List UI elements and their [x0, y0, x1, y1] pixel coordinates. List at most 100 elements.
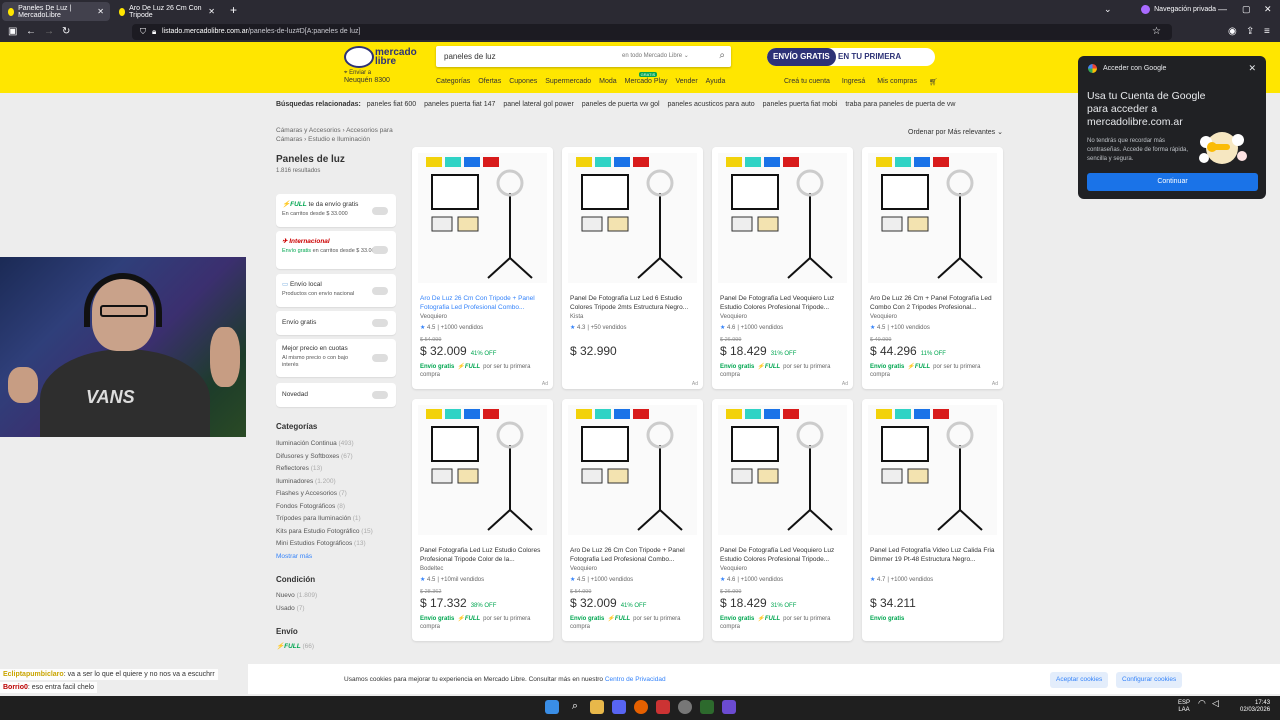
search-icon[interactable]: ⌕: [719, 50, 725, 61]
product-card[interactable]: Panel De Fotografía Led Veoquiero Luz Es…: [712, 147, 853, 389]
related-item[interactable]: traba para paneles de puerta de vw: [845, 101, 955, 108]
product-image[interactable]: [868, 153, 997, 283]
configure-cookies-button[interactable]: Configurar cookies: [1116, 672, 1183, 688]
sort-dropdown[interactable]: Ordenar por Más relevantes ⌄: [908, 128, 1003, 136]
reload-icon[interactable]: ↻: [62, 26, 70, 37]
product-card[interactable]: Aro De Luz 26 Cm + Panel Fotografía Led …: [862, 147, 1003, 389]
product-image[interactable]: [868, 405, 997, 535]
close-tab-icon[interactable]: ✕: [208, 7, 215, 16]
category-item[interactable]: Iluminadores (1.200): [276, 476, 373, 489]
filter-full[interactable]: ⚡FULL te da envío gratis En carritos desd…: [276, 194, 396, 227]
close-window-icon[interactable]: ✕: [1264, 4, 1272, 15]
product-card[interactable]: Panel Fotografia Led Luz Estudio Colores…: [412, 399, 553, 641]
category-item[interactable]: Flashes y Accesorios (7): [276, 488, 373, 501]
category-item[interactable]: Trípodes para Iluminación (1): [276, 513, 373, 526]
related-item[interactable]: paneles de puerta vw gol: [582, 101, 660, 108]
filter-free-shipping[interactable]: Envío gratis: [276, 311, 396, 335]
nav-ofertas[interactable]: Ofertas: [478, 78, 501, 85]
nav-cupones[interactable]: Cupones: [509, 78, 537, 85]
filter-best-price[interactable]: Mejor precio en cuotas Al mismo precio o …: [276, 339, 396, 377]
toggle-switch[interactable]: [372, 286, 388, 295]
category-item[interactable]: Iluminación Continua (493): [276, 438, 373, 451]
back-icon[interactable]: ←: [26, 26, 36, 37]
related-item[interactable]: paneles fiat 600: [367, 101, 416, 108]
product-title[interactable]: Panel De Fotografía Luz Led 6 Estudio Co…: [570, 295, 698, 312]
filter-international[interactable]: ✈ Internacional Envío gratis en carritos …: [276, 231, 396, 269]
product-title[interactable]: Panel De Fotografía Led Veoquiero Luz Es…: [720, 295, 848, 312]
location-selector[interactable]: ⌖ Enviar a Neuquén 8300: [344, 70, 390, 85]
toggle-switch[interactable]: [372, 319, 388, 327]
product-card[interactable]: Aro De Luz 26 Cm Con Tripode + Panel Fot…: [562, 399, 703, 641]
product-card[interactable]: Panel De Fotografía Led Veoquiero Luz Es…: [712, 399, 853, 641]
bookmark-star-icon[interactable]: ☆: [1152, 26, 1161, 37]
related-item[interactable]: paneles puerta fiat 147: [424, 101, 495, 108]
category-item[interactable]: Kits para Estudio Fotográfico (15): [276, 526, 373, 539]
settings-gear-icon[interactable]: [678, 700, 692, 714]
windows-start-icon[interactable]: [545, 700, 559, 714]
clock[interactable]: 17:43 02/03/2026: [1240, 700, 1270, 714]
tab-list-chevron-icon[interactable]: ⌄: [1104, 4, 1112, 15]
shipping-list[interactable]: ⚡FULL (66): [276, 641, 314, 654]
condition-item[interactable]: Nuevo (1.809): [276, 590, 317, 603]
category-item[interactable]: Fondos Fotográficos (8): [276, 501, 373, 514]
breadcrumb[interactable]: Cámaras y Accesorios › Accesorios para C…: [276, 126, 396, 144]
tab-paneles[interactable]: Paneles De Luz | MercadoLibre ✕: [2, 2, 110, 21]
category-item[interactable]: Mini Estudios Fotográficos (13): [276, 538, 373, 551]
toggle-switch[interactable]: [372, 206, 388, 215]
product-title[interactable]: Panel De Fotografía Led Veoquiero Luz Es…: [720, 547, 848, 564]
nav-moda[interactable]: Moda: [599, 78, 617, 85]
search-input[interactable]: paneles de luz en todo Mercado Libre ⌄ ⌕: [436, 46, 731, 67]
account-icon[interactable]: ◉: [1228, 26, 1237, 37]
promo-banner[interactable]: ENVÍO GRATIS EN TU PRIMERA COMPRA: [767, 48, 935, 66]
google-continue-button[interactable]: Continuar: [1087, 173, 1258, 191]
related-item[interactable]: paneles acusticos para auto: [668, 101, 755, 108]
forward-icon[interactable]: →: [44, 26, 54, 37]
toggle-switch[interactable]: [372, 391, 388, 399]
minimize-icon[interactable]: —: [1218, 4, 1227, 14]
new-tab-icon[interactable]: +: [230, 3, 237, 17]
shield-icon[interactable]: ⛉: [140, 27, 146, 37]
sidebar-icon[interactable]: ▣: [8, 26, 17, 37]
file-explorer-icon[interactable]: [590, 700, 604, 714]
tab-aro[interactable]: Aro De Luz 26 Cm Con Tripode ✕: [113, 2, 221, 21]
terminal-icon[interactable]: [700, 700, 714, 714]
url-field[interactable]: listado.mercadolibre.com.ar/paneles-de-l…: [132, 24, 1172, 40]
product-title[interactable]: Aro De Luz 26 Cm Con Tripode + Panel Fot…: [570, 547, 698, 564]
toggle-switch[interactable]: [372, 246, 388, 254]
product-image[interactable]: [568, 153, 697, 283]
language-indicator[interactable]: ESP LAA: [1178, 700, 1190, 714]
nav-supermercado[interactable]: Supermercado: [545, 78, 591, 85]
discord-icon[interactable]: [612, 700, 626, 714]
product-title[interactable]: Panel Fotografia Led Luz Estudio Colores…: [420, 547, 548, 564]
privacy-link[interactable]: Centro de Privacidad: [605, 676, 666, 683]
product-card[interactable]: Aro De Luz 26 Cm Con Tripode + Panel Fot…: [412, 147, 553, 389]
close-icon[interactable]: ✕: [1248, 63, 1256, 74]
related-item[interactable]: paneles puerta fiat mobi: [763, 101, 838, 108]
category-item[interactable]: Difusores y Softboxes (67): [276, 451, 373, 464]
product-title[interactable]: Aro De Luz 26 Cm Con Tripode + Panel Fot…: [420, 295, 548, 312]
product-card[interactable]: Panel De Fotografía Luz Led 6 Estudio Co…: [562, 147, 703, 389]
product-title[interactable]: Panel Led Fotografía Video Luz Calida Fr…: [870, 547, 998, 564]
login-link[interactable]: Ingresá: [842, 78, 865, 86]
app-icon[interactable]: [656, 700, 670, 714]
product-image[interactable]: [418, 153, 547, 283]
product-title[interactable]: Aro De Luz 26 Cm + Panel Fotografía Led …: [870, 295, 998, 312]
maximize-icon[interactable]: ▢: [1242, 4, 1251, 15]
filter-local[interactable]: ▭ Envío local Productos con envío naciona…: [276, 274, 396, 307]
volume-icon[interactable]: ◁: [1212, 699, 1219, 708]
show-more-link[interactable]: Mostrar más: [276, 551, 373, 564]
product-image[interactable]: [418, 405, 547, 535]
private-browser-icon[interactable]: [722, 700, 736, 714]
wifi-icon[interactable]: ◠: [1198, 699, 1206, 708]
category-item[interactable]: Reflectores (13): [276, 463, 373, 476]
my-purchases-link[interactable]: Mis compras: [877, 78, 917, 86]
filter-new[interactable]: Novedad: [276, 383, 396, 407]
product-image[interactable]: [718, 153, 847, 283]
nav-vender[interactable]: Vender: [675, 78, 697, 85]
nav-ayuda[interactable]: Ayuda: [706, 78, 726, 85]
toggle-switch[interactable]: [372, 354, 388, 362]
close-tab-icon[interactable]: ✕: [97, 7, 104, 16]
create-account-link[interactable]: Creá tu cuenta: [784, 78, 830, 86]
nav-mercado-play[interactable]: Mercado Play GRATIS: [625, 72, 667, 85]
mercadolibre-logo[interactable]: mercado libre: [344, 46, 417, 72]
